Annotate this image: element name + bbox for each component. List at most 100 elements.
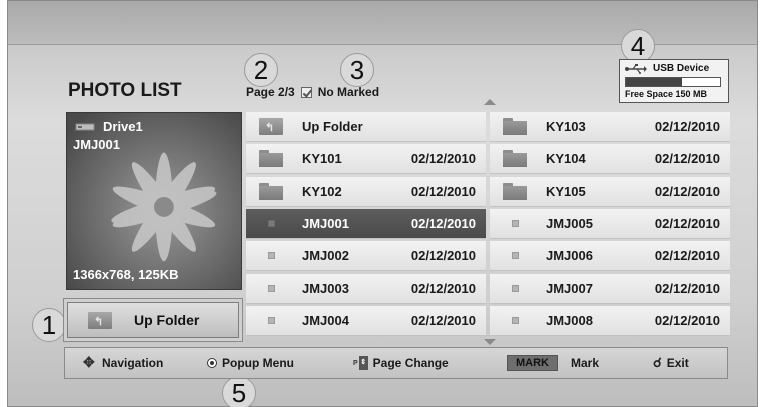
file-row[interactable]: KY102 02/12/2010 [246,176,486,207]
ok-button-icon [207,358,217,368]
file-icon-slot [502,316,528,324]
hint-mark-label: Mark [571,356,600,370]
file-row[interactable]: KY103 02/12/2010 [490,112,730,142]
file-name: JMJ002 [302,248,349,264]
hint-navigation: Navigation [83,354,164,371]
file-date: 02/12/2010 [410,215,476,231]
file-row[interactable]: JMJ003 02/12/2010 [246,273,486,304]
file-row[interactable]: JMJ006 02/12/2010 [490,241,730,272]
file-row-up-folder[interactable]: ↰ Up Folder [246,112,486,142]
hint-mark: MARK Mark [507,355,599,371]
photo-icon [267,284,275,292]
drive-row: Drive1 [75,119,143,134]
callout-4: 4 [621,29,655,63]
file-row[interactable]: JMJ005 02/12/2010 [490,208,730,239]
file-date: 02/12/2010 [654,183,720,199]
file-icon-slot [502,150,528,168]
usb-device-label: USB Device [653,63,710,74]
file-date: 02/12/2010 [654,312,720,328]
file-row[interactable]: JMJ007 02/12/2010 [490,273,730,304]
photo-preview: Drive1 JMJ001 1366x768, 125KB [66,112,242,290]
hint-exit-label: Exit [666,356,689,370]
file-icon-slot [258,316,284,324]
file-icon-slot [502,219,528,227]
photo-icon [511,316,519,324]
mark-key-badge: MARK [507,355,558,371]
file-icon-slot [258,252,284,260]
file-date: 02/12/2010 [410,280,476,296]
exit-icon: ☌ [653,355,662,370]
footer-hints: Navigation Popup Menu P⇕ Page Change MAR… [64,347,728,379]
file-icon-slot [258,182,284,200]
file-date: 02/12/2010 [410,312,476,328]
marked-status: No Marked [317,85,380,99]
file-row[interactable]: JMJ008 02/12/2010 [490,305,730,336]
callout-3: 3 [340,53,374,87]
file-column-left: ↰ Up Folder KY101 02/12/2010 KY102 02/12/2010… [246,112,488,338]
file-name: JMJ008 [546,312,593,328]
hint-popup-menu-label: Popup Menu [222,356,294,370]
file-icon-slot: ↰ [258,118,284,135]
file-date: 02/12/2010 [654,119,720,134]
usb-icon [625,63,647,74]
scroll-up-icon[interactable] [484,99,496,105]
photo-icon [511,252,519,260]
up-folder-button[interactable]: ↰ Up Folder [63,298,243,342]
file-row[interactable]: KY105 02/12/2010 [490,176,730,207]
file-icon-slot [502,182,528,200]
checkbox-icon [300,86,312,98]
drive-name: Drive1 [103,119,143,134]
file-date: 02/12/2010 [654,280,720,296]
page-status: Page 2/3 No Marked [246,85,379,99]
file-row[interactable]: JMJ001 02/12/2010 [246,208,486,239]
page-title: PHOTO LIST [68,80,182,101]
photo-icon [511,219,519,227]
file-date: 02/12/2010 [654,215,720,231]
folder-icon [503,150,527,168]
hint-navigation-label: Navigation [102,356,164,370]
file-row[interactable]: KY101 02/12/2010 [246,144,486,175]
callout-2: 2 [244,53,278,87]
file-name: JMJ005 [546,215,593,231]
file-column-right: KY103 02/12/2010 KY104 02/12/2010 KY105 02/12… [490,112,732,338]
usb-space-bar [625,77,721,87]
up-folder-button-label: Up Folder [134,312,200,328]
file-name: KY103 [546,119,586,134]
usb-device-panel: USB Device Free Space 150 MB [619,59,729,103]
file-icon-slot [502,118,528,135]
file-name: KY105 [546,183,586,199]
hint-page-change: P ⇕ Page Change [353,356,449,370]
preview-file-name: JMJ001 [73,137,120,152]
preview-resolution: 1366x768, 125KB [73,267,179,282]
photo-icon [267,316,275,324]
up-folder-icon: ↰ [259,118,283,135]
file-name: Up Folder [302,119,363,134]
file-name: KY102 [302,183,342,199]
up-folder-icon: ↰ [88,311,112,329]
callout-5: 5 [222,376,256,407]
file-row[interactable]: JMJ004 02/12/2010 [246,305,486,336]
usb-free-space: Free Space 150 MB [625,89,708,99]
page-number: Page 2/3 [246,85,295,99]
file-date: 02/12/2010 [410,183,476,199]
file-name: JMJ001 [302,215,349,231]
scroll-down-icon[interactable] [484,339,496,345]
file-name: KY101 [302,151,342,167]
file-name: KY104 [546,151,586,167]
navigation-icon [83,354,97,371]
file-date: 02/12/2010 [410,151,476,167]
file-date: 02/12/2010 [410,248,476,264]
file-row[interactable]: JMJ002 02/12/2010 [246,241,486,272]
file-icon-slot [502,252,528,260]
callout-1: 1 [32,308,66,342]
file-grid: ↰ Up Folder KY101 02/12/2010 KY102 02/12/2010… [246,112,730,338]
hint-page-change-label: Page Change [372,356,449,370]
page-key-icon: P ⇕ [353,356,368,370]
hint-popup-menu: Popup Menu [207,356,294,370]
file-row[interactable]: KY104 02/12/2010 [490,144,730,175]
hint-exit: ☌ Exit [653,355,689,371]
file-name: JMJ004 [302,312,349,328]
photo-icon [511,284,519,292]
folder-icon [259,150,283,168]
file-icon-slot [258,150,284,168]
